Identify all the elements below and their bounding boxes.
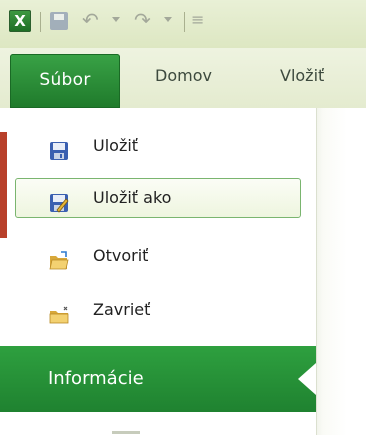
active-section-pointer [298, 363, 316, 395]
tab-file[interactable]: Súbor [10, 54, 120, 108]
menu-item-label: Informácie [48, 368, 144, 389]
tab-home[interactable]: Domov [155, 66, 212, 85]
tab-insert[interactable]: Vložiť [280, 66, 324, 85]
toolbar-separator [40, 12, 41, 32]
excel-icon[interactable]: X [9, 10, 31, 32]
menu-item-info[interactable]: Informácie [0, 346, 316, 412]
menu-item-save-as[interactable]: Uložiť ako [15, 178, 301, 218]
menu-item-label: Otvoriť [93, 246, 149, 265]
menu-item-label: Zavrieť [93, 300, 151, 319]
save-icon[interactable] [50, 12, 68, 30]
menu-item-label: Uložiť ako [93, 188, 172, 207]
menu-item-save[interactable]: Uložiť [15, 126, 301, 166]
undo-dropdown-icon[interactable] [112, 17, 120, 22]
save-icon [49, 136, 69, 160]
toolbar-separator [184, 12, 185, 32]
redo-dropdown-icon[interactable] [164, 17, 172, 22]
close-folder-icon [49, 300, 69, 324]
menu-item-close[interactable]: Zavrieť [15, 290, 301, 330]
customize-dropdown-icon[interactable]: ≡ [191, 8, 204, 32]
menu-item-open[interactable]: Otvoriť [15, 236, 301, 276]
backstage-content-edge [316, 108, 366, 435]
save-as-icon [49, 188, 69, 213]
undo-icon[interactable]: ↶ [82, 8, 99, 32]
menu-item-partial [112, 427, 152, 435]
quick-access-toolbar: X ↶ ↷ ≡ [0, 0, 366, 48]
open-folder-icon [49, 246, 69, 270]
menu-item-label: Uložiť [93, 136, 139, 155]
redo-icon[interactable]: ↷ [134, 8, 151, 32]
red-accent-bar [0, 132, 7, 238]
